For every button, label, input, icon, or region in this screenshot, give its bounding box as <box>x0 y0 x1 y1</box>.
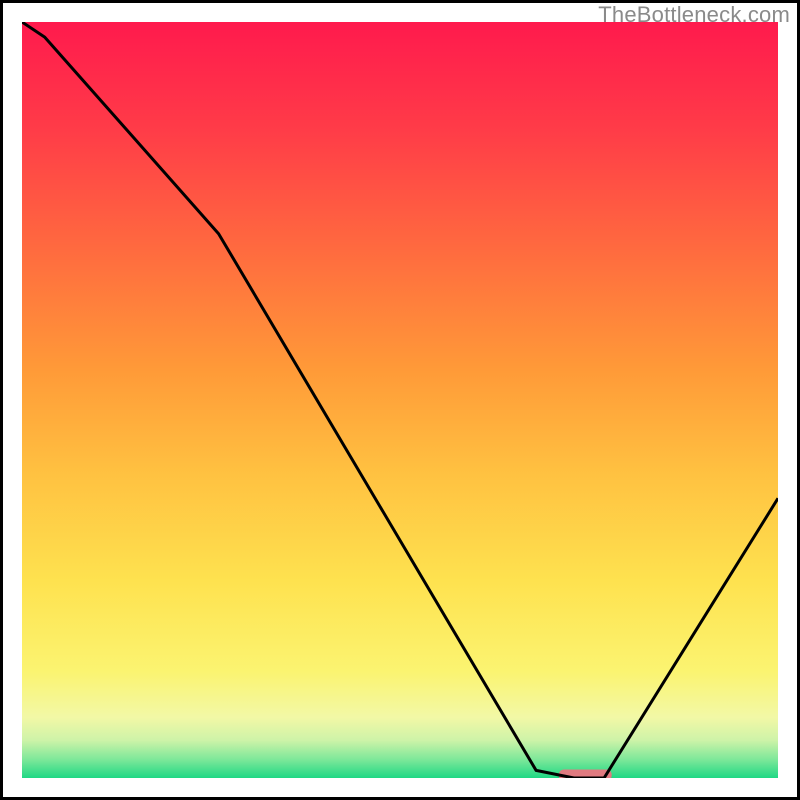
attribution-text: TheBottleneck.com <box>598 2 790 28</box>
chart-border <box>0 0 800 800</box>
chart-frame: TheBottleneck.com <box>0 0 800 800</box>
